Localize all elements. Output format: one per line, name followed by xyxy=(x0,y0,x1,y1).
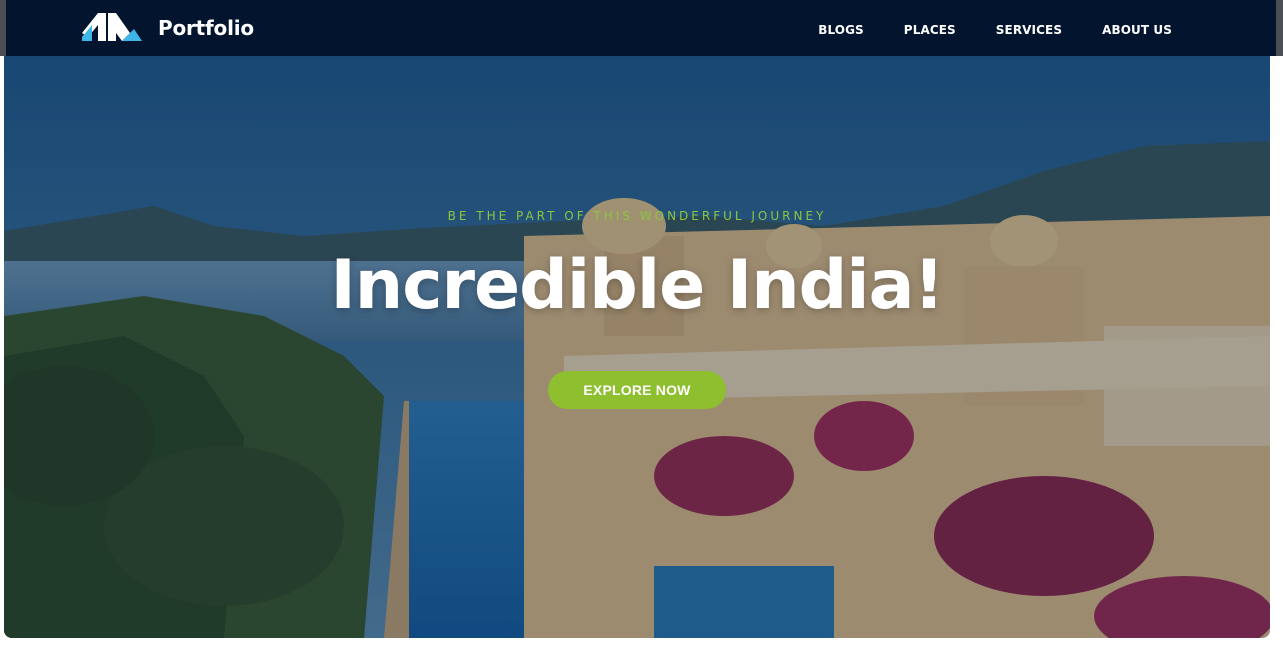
top-navbar: Portfolio BLOGS PLACES SERVICES ABOUT US xyxy=(0,0,1283,56)
nav-item-about-us: ABOUT US xyxy=(1102,19,1172,38)
hero-banner: BE THE PART OF THIS WONDERFUL JOURNEY In… xyxy=(4,56,1270,638)
brand-name: Portfolio xyxy=(158,16,254,40)
stylized-m-logo-icon xyxy=(82,13,142,41)
nav-item-blogs: BLOGS xyxy=(818,19,864,38)
nav-link-places[interactable]: PLACES xyxy=(904,23,956,37)
brand-home-link[interactable]: Portfolio xyxy=(82,11,254,45)
nav-item-places: PLACES xyxy=(904,19,956,38)
nav-item-services: SERVICES xyxy=(996,19,1062,38)
explore-now-button[interactable]: EXPLORE NOW xyxy=(548,371,726,409)
nav-link-about-us[interactable]: ABOUT US xyxy=(1102,23,1172,37)
nav-link-services[interactable]: SERVICES xyxy=(996,23,1062,37)
nav-link-blogs[interactable]: BLOGS xyxy=(818,23,864,37)
navbar-inner: Portfolio BLOGS PLACES SERVICES ABOUT US xyxy=(6,0,1276,56)
main-navigation: BLOGS PLACES SERVICES ABOUT US xyxy=(818,0,1172,56)
hero-content: BE THE PART OF THIS WONDERFUL JOURNEY In… xyxy=(4,56,1270,638)
hero-title: Incredible India! xyxy=(330,246,944,325)
hero-kicker: BE THE PART OF THIS WONDERFUL JOURNEY xyxy=(447,209,827,223)
